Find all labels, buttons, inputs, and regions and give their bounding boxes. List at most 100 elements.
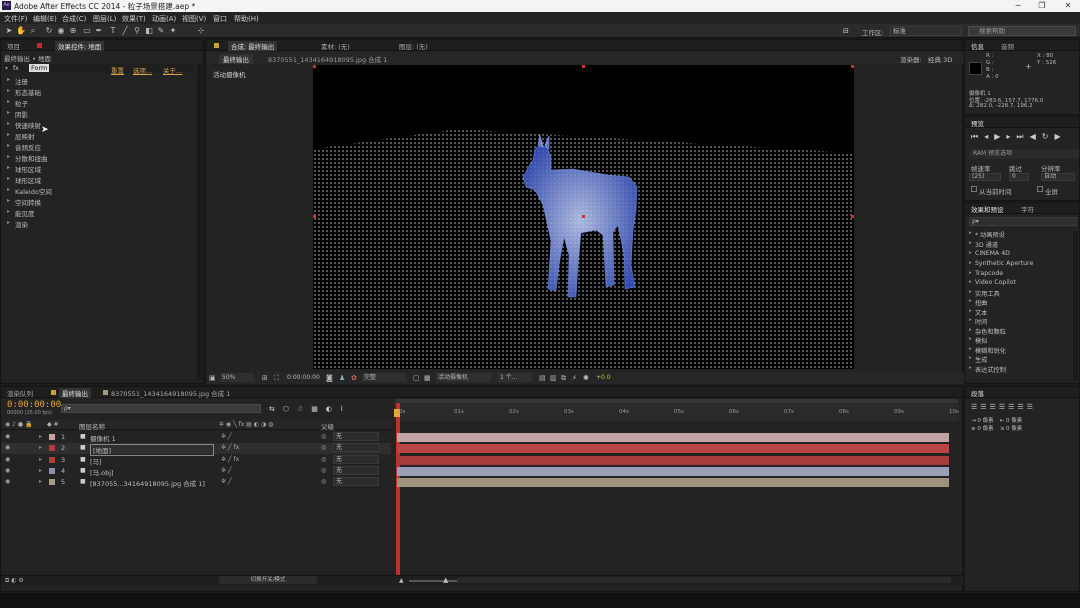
fast-previews-icon[interactable]: ⚡ bbox=[572, 374, 577, 382]
zoom-select[interactable]: 50% bbox=[220, 373, 254, 382]
first-frame-icon[interactable]: ⏮ bbox=[971, 132, 984, 141]
preset-time[interactable]: 时间 bbox=[969, 317, 988, 326]
visibility-eye-icon[interactable]: ◉ bbox=[5, 444, 10, 451]
pan-behind-tool-icon[interactable]: ⊕ bbox=[68, 26, 78, 36]
ram-preview-options[interactable]: RAM 预览选项 bbox=[969, 149, 1079, 159]
justify-last-center-icon[interactable]: ☰ bbox=[1008, 403, 1017, 411]
parent-pickwhip-icon[interactable]: ◎ bbox=[321, 433, 326, 440]
layer-label-color[interactable] bbox=[49, 467, 55, 474]
parent-select[interactable]: 无 bbox=[333, 443, 379, 453]
layer-switch-icons[interactable]: ✲ ╱ fx bbox=[221, 444, 239, 451]
mute-icon[interactable]: ◀ bbox=[1030, 132, 1042, 141]
fullscreen-checkbox[interactable] bbox=[1037, 186, 1043, 192]
comp-flowchart-icon[interactable]: ⧉ bbox=[561, 374, 566, 383]
layer-name[interactable]: 摄像机 1 bbox=[90, 433, 116, 443]
property-particle[interactable]: 粒子 bbox=[7, 98, 28, 108]
help-search-input[interactable]: 搜索帮助 bbox=[968, 26, 1076, 36]
timeline-horizontal-scrollbar[interactable] bbox=[457, 577, 951, 583]
property-audio-react[interactable]: 音频反应 bbox=[7, 142, 41, 152]
shy-icon[interactable]: ☃ bbox=[297, 405, 311, 413]
eraser-tool-icon[interactable]: ◧ bbox=[144, 26, 154, 36]
property-base-form[interactable]: 形态基础 bbox=[7, 87, 41, 97]
layer-switch-icons[interactable]: ✲ ╱ bbox=[221, 467, 232, 474]
hand-tool-icon[interactable]: ✋ bbox=[16, 26, 26, 36]
property-rendering[interactable]: 渲染 bbox=[7, 219, 28, 229]
preset-cinema-4d[interactable]: CINEMA 4D bbox=[969, 250, 1010, 257]
reset-link[interactable]: 重置 bbox=[111, 65, 124, 75]
justify-last-right-icon[interactable]: ☰ bbox=[1017, 403, 1026, 411]
draft-3d-icon[interactable]: ⬡ bbox=[283, 405, 297, 413]
loop-icon[interactable]: ↻ bbox=[1042, 132, 1055, 141]
type-tool-icon[interactable]: T bbox=[108, 26, 118, 36]
workspace-icon[interactable]: ⊟ bbox=[843, 27, 849, 35]
expand-layer-icon[interactable]: ▸ bbox=[39, 467, 42, 474]
camera-view-select[interactable]: 活动摄像机 bbox=[436, 373, 491, 382]
resolution-select[interactable]: 自动 bbox=[1041, 173, 1075, 181]
roto-brush-tool-icon[interactable]: ✎ bbox=[156, 26, 166, 36]
layer-switch-icons[interactable]: ✲ ╱ fx bbox=[221, 456, 239, 463]
property-spherical-field-1[interactable]: 球形区域 bbox=[7, 164, 41, 174]
transparency-grid-icon[interactable]: ▦ bbox=[424, 374, 431, 382]
indent-right-value[interactable]: 0 像素 bbox=[1006, 418, 1022, 424]
tab-footage[interactable]: 素材: (无) bbox=[321, 41, 350, 51]
clone-stamp-tool-icon[interactable]: ⚲ bbox=[132, 26, 142, 36]
renderer-value[interactable]: 经典 3D bbox=[928, 54, 952, 64]
tab-effect-controls[interactable]: 效果控件: 地面 bbox=[55, 41, 105, 51]
parent-pickwhip-icon[interactable]: ◎ bbox=[321, 478, 326, 485]
fx-toggle-icon[interactable]: fx bbox=[13, 65, 19, 72]
property-register[interactable]: 注册 bbox=[7, 76, 28, 86]
frame-blending-icon[interactable]: ▦ bbox=[311, 405, 326, 413]
layer-name-header[interactable]: 图层名称 bbox=[79, 421, 105, 431]
brush-tool-icon[interactable]: ╱ bbox=[120, 26, 130, 36]
preset-animation-presets[interactable]: * 动画预设 bbox=[969, 230, 1005, 239]
menu-file[interactable]: 文件(F) bbox=[4, 14, 28, 24]
play-icon[interactable]: ▶ bbox=[994, 132, 1006, 141]
timeline-layer-row[interactable]: ◉ ▸ 1 ■ 摄像机 1 ✲ ╱ ◎ 无 bbox=[1, 432, 391, 443]
layer-switch-icons[interactable]: ✲ ╱ bbox=[221, 478, 232, 485]
expand-layer-icon[interactable]: ▸ bbox=[39, 456, 42, 463]
pen-tool-icon[interactable]: ✒ bbox=[94, 26, 104, 36]
bbox-handle-top-left[interactable] bbox=[313, 65, 316, 68]
layer-duration-bar[interactable] bbox=[397, 455, 949, 465]
puppet-tool-icon[interactable]: ✦ bbox=[168, 26, 178, 36]
subtab-final-output[interactable]: 最终输出 bbox=[219, 54, 253, 64]
preset-noise-grain[interactable]: 杂色和颗粒 bbox=[969, 327, 1006, 336]
exposure-value[interactable]: +0.0 bbox=[596, 374, 611, 381]
close-icon[interactable]: ✕ bbox=[1056, 0, 1080, 12]
preset-simulation[interactable]: 模拟 bbox=[969, 336, 988, 345]
layer-label-color[interactable] bbox=[49, 434, 55, 440]
layer-duration-bar[interactable] bbox=[397, 433, 949, 442]
tab-layer[interactable]: 图层: (无) bbox=[399, 41, 428, 51]
prev-frame-icon[interactable]: ◂ bbox=[984, 132, 994, 141]
expand-layer-icon[interactable]: ▸ bbox=[39, 433, 42, 440]
visibility-eye-icon[interactable]: ◉ bbox=[5, 478, 10, 485]
bbox-handle-top[interactable] bbox=[582, 65, 585, 68]
subtab-jpg-comp[interactable]: 8370551_1434164918095.jpg 合成 1 bbox=[268, 54, 387, 64]
layer-duration-bar[interactable] bbox=[397, 466, 949, 476]
bbox-handle-left[interactable] bbox=[313, 215, 316, 218]
effect-scrollbar[interactable] bbox=[197, 64, 202, 380]
region-of-interest-icon[interactable]: ▢ bbox=[413, 374, 420, 382]
visibility-eye-icon[interactable]: ◉ bbox=[5, 467, 10, 474]
justify-all-icon[interactable]: ☰ bbox=[1027, 403, 1036, 411]
menu-help[interactable]: 帮助(H) bbox=[234, 14, 259, 24]
timeline-search-input[interactable]: ρ▾ bbox=[61, 404, 261, 413]
expand-layer-icon[interactable]: ▸ bbox=[39, 478, 42, 485]
show-snapshot-icon[interactable]: ♟ bbox=[339, 374, 345, 382]
preset-3d-channel[interactable]: 3D 通道 bbox=[969, 240, 998, 249]
tab-render-queue[interactable]: 渲染队列 bbox=[7, 388, 33, 398]
maximize-icon[interactable]: ❐ bbox=[1030, 0, 1054, 12]
property-transform-world[interactable]: 空间转换 bbox=[7, 197, 41, 207]
layer-name[interactable]: [马.obj] bbox=[90, 467, 114, 477]
graph-editor-icon[interactable]: ⌇ bbox=[340, 405, 351, 413]
property-shading[interactable]: 阴影 bbox=[7, 109, 28, 119]
view-layout-select[interactable]: 1 个... bbox=[498, 373, 532, 382]
rotate-tool-icon[interactable]: ↻ bbox=[44, 26, 54, 36]
property-spherical-field-2[interactable]: 球形区域 bbox=[7, 175, 41, 185]
local-axis-icon[interactable]: ⊹ bbox=[196, 26, 206, 36]
exposure-icon[interactable]: ✺ bbox=[583, 374, 589, 382]
first-line-value[interactable]: 0 像素 bbox=[1006, 426, 1022, 432]
parent-pickwhip-icon[interactable]: ◎ bbox=[321, 467, 326, 474]
current-time-display[interactable]: 0:00:00:00 bbox=[287, 374, 320, 381]
bbox-handle-right[interactable] bbox=[851, 215, 854, 218]
